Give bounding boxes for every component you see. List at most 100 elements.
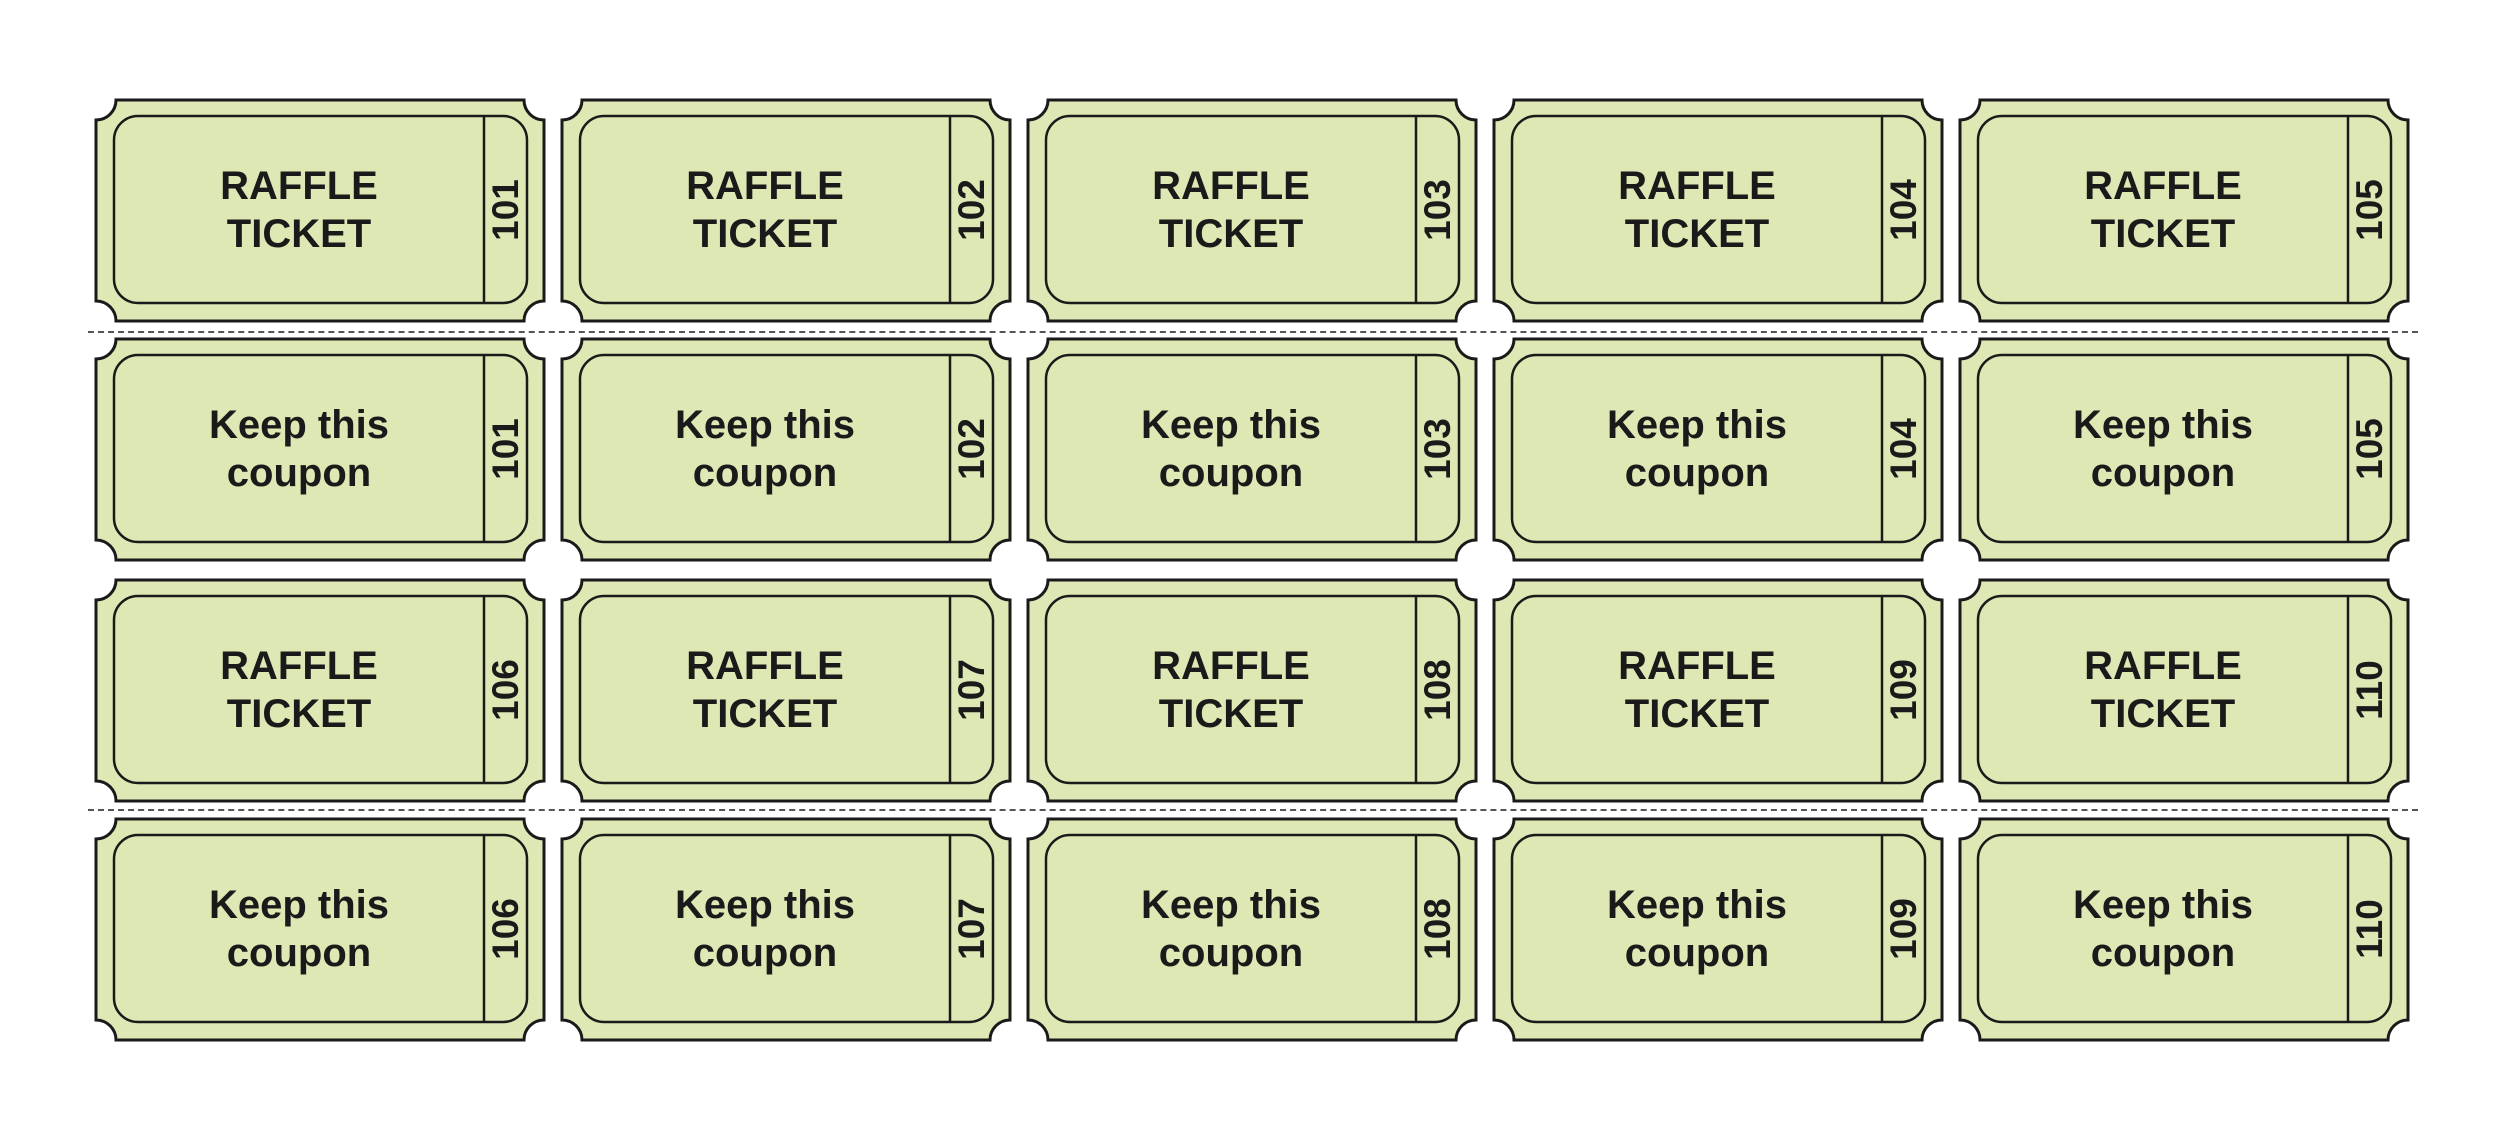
label-line-2: TICKET — [692, 211, 838, 256]
label-line-2: TICKET — [226, 691, 372, 736]
label-line-2: TICKET — [2090, 211, 2236, 256]
ticket-label: Keep this coupon — [1512, 835, 1882, 1022]
ticket-number-stub: 104 — [1882, 116, 1925, 303]
ticket-number-stub: 105 — [2348, 355, 2391, 542]
raffle-ticket: RAFFLE TICKET 103 — [1026, 98, 1478, 323]
label-line-1: Keep this — [208, 882, 390, 927]
keep-coupon: Keep this coupon 110 — [1958, 817, 2410, 1042]
ticket-label: RAFFLE TICKET — [1978, 596, 2348, 783]
label-line-2: TICKET — [1158, 211, 1304, 256]
ticket-label: Keep this coupon — [1978, 835, 2348, 1022]
ticket-number: 105 — [2348, 178, 2390, 241]
label-line-2: coupon — [692, 450, 838, 495]
label-line-1: RAFFLE — [1618, 163, 1776, 208]
ticket-number: 105 — [2348, 417, 2390, 480]
label-line-1: Keep this — [1606, 882, 1788, 927]
ticket-label: Keep this coupon — [114, 835, 484, 1022]
keep-coupon: Keep this coupon 109 — [1492, 817, 1944, 1042]
label-line-2: coupon — [1624, 930, 1770, 975]
ticket-label: RAFFLE TICKET — [1046, 116, 1416, 303]
ticket-number-stub: 108 — [1416, 596, 1459, 783]
ticket-label: Keep this coupon — [580, 835, 950, 1022]
ticket-number: 102 — [950, 417, 992, 480]
raffle-ticket: RAFFLE TICKET 101 — [94, 98, 546, 323]
ticket-number: 104 — [1882, 417, 1924, 480]
ticket-number-stub: 101 — [484, 355, 527, 542]
raffle-ticket: RAFFLE TICKET 109 — [1492, 578, 1944, 803]
ticket-label: RAFFLE TICKET — [114, 596, 484, 783]
label-line-1: RAFFLE — [220, 643, 378, 688]
label-line-2: coupon — [692, 930, 838, 975]
ticket-label: RAFFLE TICKET — [1978, 116, 2348, 303]
label-line-1: Keep this — [1606, 402, 1788, 447]
label-line-1: Keep this — [1140, 882, 1322, 927]
ticket-number: 101 — [484, 178, 526, 241]
ticket-label: RAFFLE TICKET — [1046, 596, 1416, 783]
ticket-label: Keep this coupon — [114, 355, 484, 542]
ticket-number-stub: 108 — [1416, 835, 1459, 1022]
ticket-label: RAFFLE TICKET — [580, 116, 950, 303]
raffle-ticket: RAFFLE TICKET 107 — [560, 578, 1012, 803]
ticket-number: 109 — [1882, 897, 1924, 960]
ticket-number: 103 — [1416, 417, 1458, 480]
ticket-number-stub: 104 — [1882, 355, 1925, 542]
ticket-number: 110 — [2348, 659, 2390, 720]
keep-coupon: Keep this coupon 104 — [1492, 337, 1944, 562]
keep-coupon: Keep this coupon 106 — [94, 817, 546, 1042]
raffle-ticket: RAFFLE TICKET 105 — [1958, 98, 2410, 323]
label-line-1: Keep this — [208, 402, 390, 447]
label-line-1: RAFFLE — [1618, 643, 1776, 688]
label-line-1: Keep this — [674, 402, 856, 447]
label-line-2: TICKET — [226, 211, 372, 256]
label-line-2: coupon — [1624, 450, 1770, 495]
ticket-number-stub: 103 — [1416, 355, 1459, 542]
ticket-label: RAFFLE TICKET — [580, 596, 950, 783]
ticket-label: Keep this coupon — [1512, 355, 1882, 542]
label-line-2: coupon — [226, 450, 372, 495]
ticket-label: RAFFLE TICKET — [114, 116, 484, 303]
ticket-number-stub: 107 — [950, 596, 993, 783]
ticket-label: Keep this coupon — [1978, 355, 2348, 542]
ticket-label: RAFFLE TICKET — [1512, 116, 1882, 303]
label-line-1: RAFFLE — [1152, 163, 1310, 208]
label-line-2: coupon — [226, 930, 372, 975]
ticket-number-stub: 107 — [950, 835, 993, 1022]
label-line-2: coupon — [2090, 450, 2236, 495]
ticket-number: 107 — [950, 897, 992, 960]
ticket-number: 101 — [484, 417, 526, 480]
ticket-number-stub: 109 — [1882, 596, 1925, 783]
ticket-number: 106 — [484, 897, 526, 960]
label-line-1: Keep this — [674, 882, 856, 927]
raffle-ticket: RAFFLE TICKET 110 — [1958, 578, 2410, 803]
ticket-number-stub: 102 — [950, 116, 993, 303]
ticket-number-stub: 109 — [1882, 835, 1925, 1022]
ticket-number: 103 — [1416, 178, 1458, 241]
ticket-number: 110 — [2348, 898, 2390, 959]
keep-coupon: Keep this coupon 102 — [560, 337, 1012, 562]
keep-coupon: Keep this coupon 107 — [560, 817, 1012, 1042]
label-line-2: TICKET — [1624, 691, 1770, 736]
ticket-number: 108 — [1416, 897, 1458, 960]
ticket-label: RAFFLE TICKET — [1512, 596, 1882, 783]
ticket-number-stub: 106 — [484, 596, 527, 783]
keep-coupon: Keep this coupon 101 — [94, 337, 546, 562]
ticket-number: 104 — [1882, 178, 1924, 241]
label-line-2: TICKET — [2090, 691, 2236, 736]
ticket-number-stub: 101 — [484, 116, 527, 303]
label-line-1: Keep this — [1140, 402, 1322, 447]
ticket-label: Keep this coupon — [1046, 355, 1416, 542]
label-line-2: coupon — [1158, 450, 1304, 495]
keep-coupon: Keep this coupon 103 — [1026, 337, 1478, 562]
perforation-cut-line — [88, 809, 2418, 811]
perforation-cut-line — [88, 331, 2418, 333]
label-line-2: coupon — [2090, 930, 2236, 975]
raffle-ticket: RAFFLE TICKET 102 — [560, 98, 1012, 323]
label-line-1: Keep this — [2072, 882, 2254, 927]
ticket-label: Keep this coupon — [1046, 835, 1416, 1022]
label-line-1: Keep this — [2072, 402, 2254, 447]
ticket-number: 107 — [950, 658, 992, 721]
ticket-number: 108 — [1416, 658, 1458, 721]
keep-coupon: Keep this coupon 108 — [1026, 817, 1478, 1042]
label-line-1: RAFFLE — [1152, 643, 1310, 688]
ticket-label: Keep this coupon — [580, 355, 950, 542]
